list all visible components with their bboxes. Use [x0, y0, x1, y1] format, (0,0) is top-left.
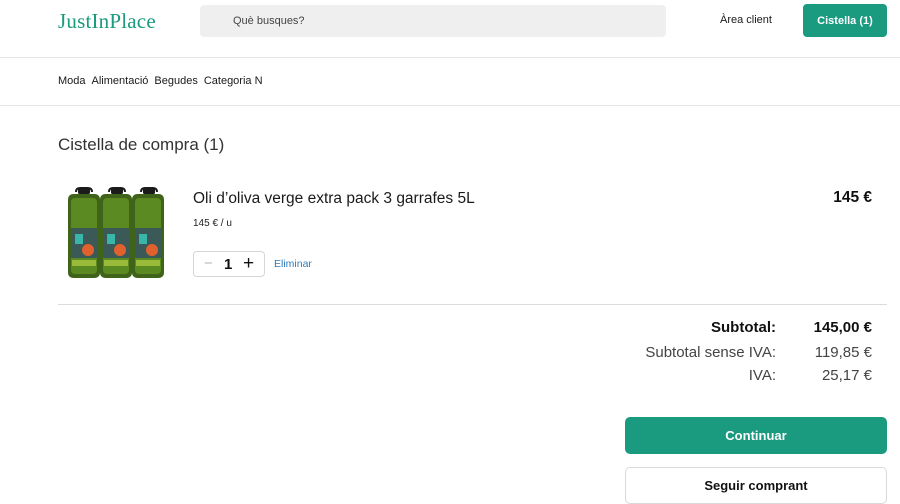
- quantity-stepper: − 1 +: [193, 251, 265, 277]
- items-divider: [58, 304, 887, 305]
- unit-price: 145 € / u: [193, 218, 232, 229]
- vat-label: IVA:: [748, 367, 776, 384]
- net-subtotal-value: 119,85 €: [814, 344, 872, 361]
- cart-button[interactable]: Cistella (1): [803, 4, 887, 37]
- search-input[interactable]: [200, 5, 666, 37]
- continue-button[interactable]: Continuar: [625, 417, 887, 454]
- nav-item-begudes[interactable]: Begudes: [154, 75, 197, 87]
- nav-item-alimentacio[interactable]: Alimentació: [92, 75, 149, 87]
- net-subtotal-label: Subtotal sense IVA:: [645, 344, 776, 361]
- page-title: Cistella de compra (1): [58, 135, 225, 154]
- decrease-quantity-button[interactable]: −: [204, 255, 213, 272]
- increase-quantity-button[interactable]: +: [243, 253, 254, 275]
- line-total: 145 €: [833, 189, 872, 206]
- header-divider: [0, 57, 900, 58]
- remove-item-link[interactable]: Eliminar: [274, 258, 312, 270]
- subtotal-label: Subtotal:: [711, 319, 776, 336]
- product-name[interactable]: Oli d’oliva verge extra pack 3 garrafes …: [193, 190, 475, 208]
- vat-value: 25,17 €: [821, 367, 872, 384]
- logo[interactable]: JustInPlace: [58, 9, 156, 34]
- quantity-value: 1: [224, 256, 233, 273]
- nav-item-moda[interactable]: Moda: [58, 75, 86, 87]
- account-link[interactable]: Àrea client: [720, 14, 772, 26]
- category-nav: Moda Alimentació Begudes Categoria N: [58, 75, 269, 87]
- olive-oil-bottles-image: [68, 187, 164, 278]
- nav-item-categoria-n[interactable]: Categoria N: [204, 75, 263, 87]
- subtotal-value: 145,00 €: [813, 319, 872, 336]
- keep-shopping-button[interactable]: Seguir comprant: [625, 467, 887, 504]
- nav-divider: [0, 105, 900, 106]
